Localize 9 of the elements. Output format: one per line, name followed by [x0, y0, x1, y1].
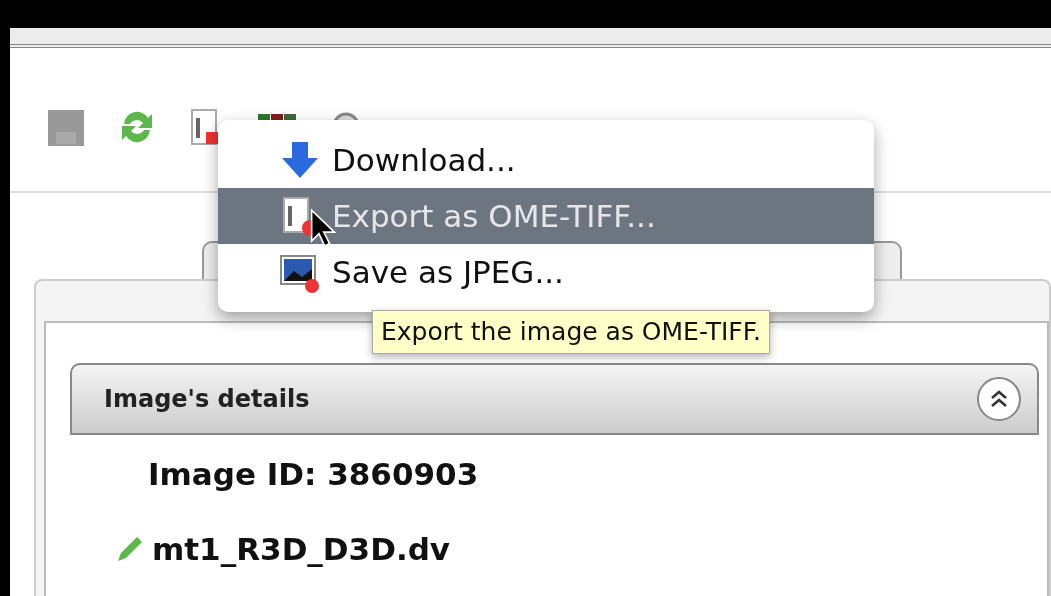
- menu-item[interactable]: Save as JPEG...: [218, 244, 874, 300]
- image-name: mt1_R3D_D3D.dv: [152, 529, 451, 569]
- menu-item[interactable]: Download...: [218, 132, 874, 188]
- section-title: Image's details: [104, 384, 310, 415]
- tooltip: Export the image as OME-TIFF.: [372, 310, 770, 354]
- image-id: Image ID: 3860903: [148, 455, 480, 494]
- menu-item[interactable]: Export as OME-TIFF...: [218, 188, 874, 244]
- collapse-button[interactable]: [977, 377, 1021, 421]
- mouse-pointer-icon: [310, 208, 336, 248]
